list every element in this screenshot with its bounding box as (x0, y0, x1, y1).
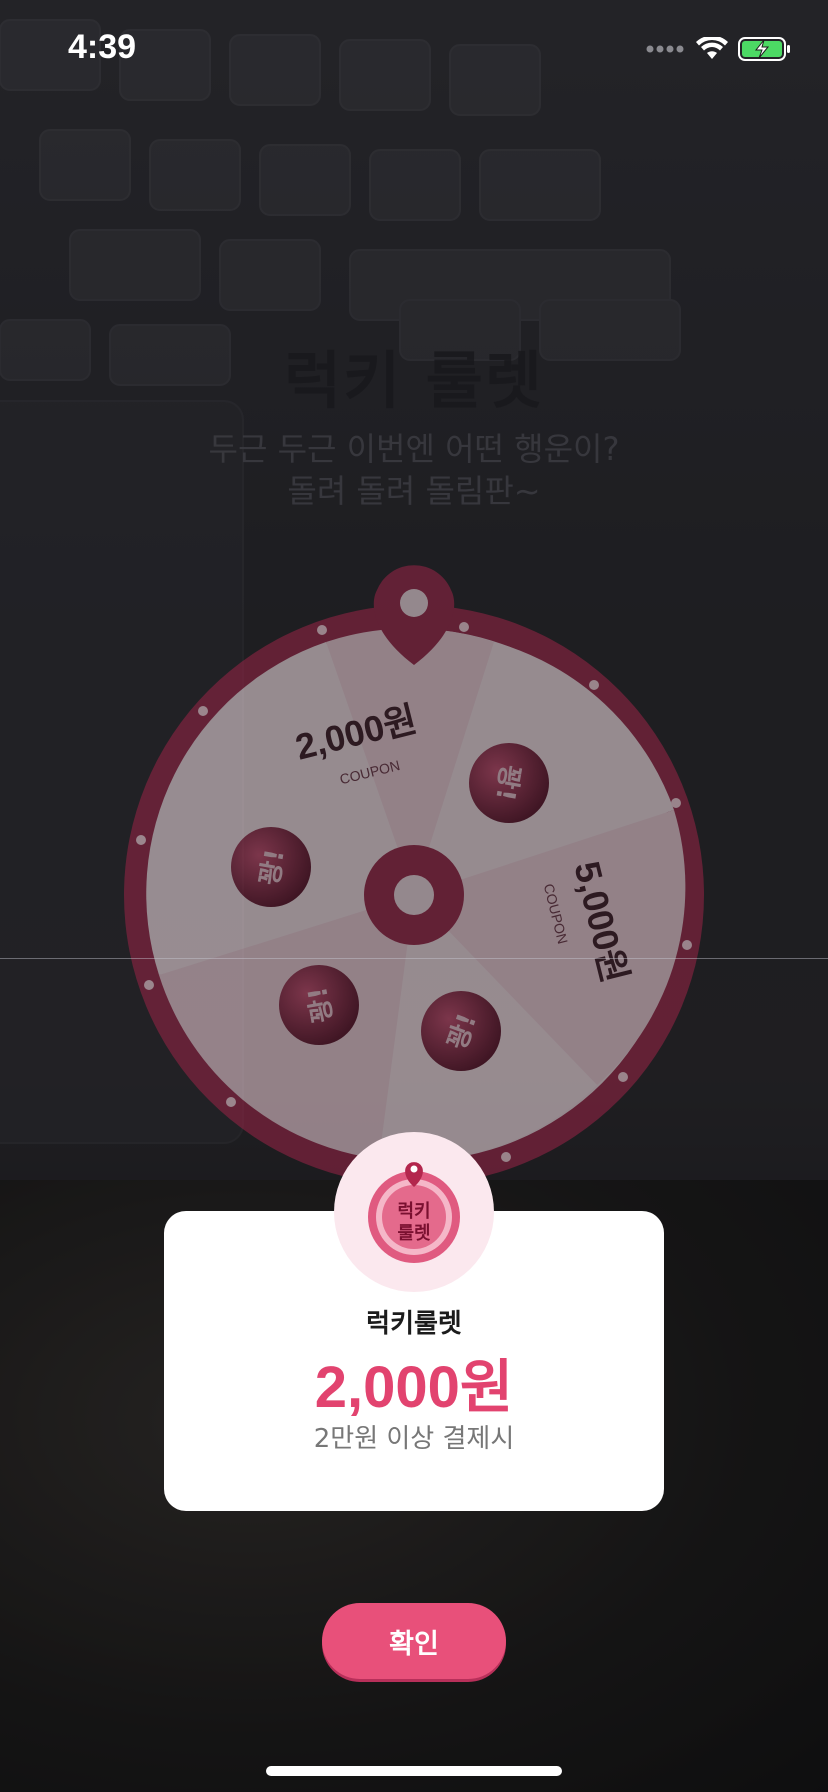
status-bar: 4:39 (0, 0, 828, 100)
home-indicator[interactable] (266, 1766, 562, 1776)
page-title: 럭키 룰렛 (284, 344, 544, 417)
battery-icon (738, 37, 790, 61)
result-badge: 럭키 룰렛 (334, 1132, 494, 1292)
status-time: 4:39 (68, 28, 137, 66)
result-amount: 2,000원 (314, 1355, 514, 1420)
page-subtitle: 두근 두근 이번엔 어떤 행운이? 돌려 돌려 돌림판~ (0, 428, 828, 512)
roulette-result-screen: 4:39 럭키 룰렛 두근 두근 이번엔 어떤 행운이? 돌려 돌려 돌림판~ … (0, 0, 828, 1792)
divider-line (0, 958, 828, 959)
confirm-button[interactable]: 확인 (322, 1603, 506, 1679)
segment-label-bomb-2: 꽝! (255, 847, 291, 887)
badge-text-1: 럭키 (397, 1201, 430, 1222)
signal-icon (646, 45, 684, 53)
status-icons (646, 34, 792, 64)
segment-label-bomb-3: 꽝! (303, 984, 339, 1024)
segment-label-bomb-1: 꽝! (489, 762, 525, 802)
wifi-icon (696, 37, 728, 59)
result-condition: 2만원 이상 결제시 (313, 1424, 515, 1454)
badge-text-2: 룰렛 (397, 1223, 430, 1244)
subtitle-line-1: 두근 두근 이번엔 어떤 행운이? (208, 430, 620, 468)
result-name: 럭키룰렛 (366, 1309, 462, 1339)
subtitle-line-2: 돌려 돌려 돌림판~ (287, 472, 541, 510)
roulette-wheel: 2,000원 COUPON 5,000원 COUPON 꽝! 꽝! 꽝! 꽝! (124, 565, 704, 1185)
roulette-badge-icon: 럭키 룰렛 (368, 1162, 460, 1263)
